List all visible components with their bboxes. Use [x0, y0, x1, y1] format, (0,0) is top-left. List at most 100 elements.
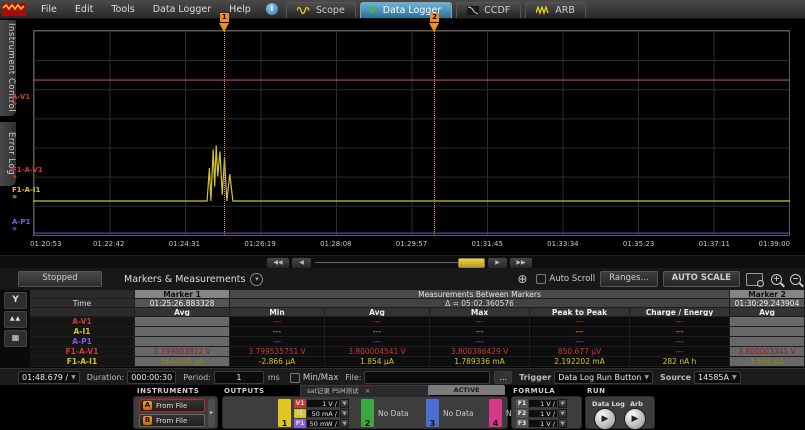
f1-scale-value[interactable]: 1 V /	[528, 399, 558, 408]
x-axis-tick: 01:24:31	[169, 240, 200, 248]
measurement-cell: ---	[325, 327, 430, 337]
info-icon[interactable]: i	[266, 3, 278, 15]
chevron-down-icon[interactable]: ▼	[340, 419, 349, 428]
elapsed-time-dropdown[interactable]: 01:48.679 / ▼	[18, 371, 80, 384]
auto-scroll-checkbox[interactable]	[536, 274, 546, 284]
zoom-out-icon[interactable]: −	[790, 274, 801, 285]
marker-flag-1[interactable]: 1	[220, 13, 229, 22]
file-input[interactable]	[364, 371, 490, 384]
f3-scale-value[interactable]: 1 V /	[528, 419, 558, 428]
x-axis-tick: 01:37:11	[699, 240, 730, 248]
chevron-down-icon[interactable]: ▼	[558, 399, 567, 408]
marker2-header: Marker 2	[730, 290, 805, 299]
elapsed-time-value: 01:48.679 /	[22, 372, 68, 383]
arb-play-button[interactable]: ▶	[624, 408, 646, 430]
crosshair-cursor-icon[interactable]: ⊕	[517, 273, 527, 285]
output1-p1-row: P1 50 mW / ▼	[294, 419, 349, 428]
chevron-down-icon[interactable]: ▼	[558, 409, 567, 418]
data-log-play-button[interactable]: ▶	[594, 408, 616, 430]
bottom-panel: INSTRUMENTS OUTPUTS sat记录 PSM测试 × ACTIVE…	[0, 385, 805, 430]
period-unit: ms	[268, 373, 280, 382]
add-marker-icon[interactable]: ▲▲	[4, 311, 27, 328]
row-label: F1-A-I1	[30, 357, 135, 367]
run-panel: Data Log Arb ▶ ▶	[585, 396, 655, 429]
chevron-down-icon[interactable]: ▼	[340, 399, 349, 408]
play-icon: ▶	[371, 3, 378, 18]
trigger-dropdown[interactable]: Data Log Run Button ▼	[554, 371, 653, 384]
marker-flag-2[interactable]: 2	[430, 13, 439, 22]
trigger-value: Data Log Run Button	[558, 372, 641, 383]
x-axis-tick: 01:28:08	[320, 240, 351, 248]
period-input[interactable]	[214, 371, 264, 384]
instrument-b-button[interactable]: B From File	[139, 414, 205, 427]
chevron-down-icon[interactable]: ▼	[340, 409, 349, 418]
marker-line-2[interactable]	[434, 30, 435, 236]
close-icon[interactable]: ×	[365, 387, 371, 396]
measurement-cell	[730, 337, 805, 347]
measurement-cell: ---	[230, 337, 325, 347]
menu-edit[interactable]: Edit	[66, 1, 102, 18]
v1-scale-value[interactable]: 1 V /	[306, 399, 340, 408]
x-axis-tick: 01:31:45	[471, 240, 502, 248]
header-spacer	[30, 308, 135, 317]
tab-arb-label: ARB	[555, 5, 575, 16]
tab-ccdf[interactable]: CCDF	[456, 2, 521, 18]
minmax-checkbox[interactable]	[290, 373, 300, 383]
grid-view-icon[interactable]: ▦	[4, 330, 27, 347]
minmax-label: Min/Max	[303, 373, 339, 383]
output2-color-bar[interactable]: 2	[361, 399, 374, 427]
tab-scope[interactable]: Scope	[286, 2, 356, 18]
marker-arrow-1[interactable]	[219, 23, 229, 32]
ccdf-curve-icon	[467, 6, 479, 15]
arb-wave-icon	[536, 6, 550, 15]
active-tab[interactable]: ACTIVE	[428, 385, 505, 395]
v1-chip: V1	[294, 399, 306, 408]
formula-f3-row: F3 1 V / ▼	[516, 419, 567, 428]
i1-scale-value[interactable]: 50 mA /	[306, 409, 340, 418]
output1-v1-row: V1 1 V / ▼	[294, 399, 349, 408]
auto-scale-button[interactable]: AUTO SCALE	[663, 271, 740, 287]
measurement-cell: 3.800386429 V	[430, 347, 530, 357]
measurement-cell: ---	[325, 317, 430, 327]
browse-button[interactable]: ...	[494, 371, 512, 384]
output3-color-bar[interactable]: 3	[426, 399, 439, 427]
source-label: Source	[660, 373, 691, 382]
p1-scale-value[interactable]: 50 mW /	[306, 419, 340, 428]
source-dropdown[interactable]: 14585A ▼	[694, 371, 741, 384]
document-tab[interactable]: sat记录 PSM测试 ×	[300, 385, 430, 396]
marker-line-1[interactable]	[224, 30, 225, 236]
brand-logo-icon	[2, 3, 26, 16]
menu-file[interactable]: File	[32, 1, 66, 18]
probe-tool-icon[interactable]: Y	[4, 292, 27, 309]
avg-header: Avg	[325, 308, 430, 317]
menu-data-logger[interactable]: Data Logger	[144, 1, 220, 18]
chevron-down-icon[interactable]: ▼	[558, 419, 567, 428]
output1-color-bar[interactable]: 1	[278, 399, 291, 427]
f2-scale-value[interactable]: 1 V /	[528, 409, 558, 418]
marker2-time: 01:30:29.243904	[730, 299, 805, 308]
between-markers-header: Measurements Between Markers	[230, 290, 730, 299]
output4-color-bar[interactable]: 4	[489, 399, 502, 427]
scrollbar-thumb[interactable]	[458, 258, 485, 268]
measurement-cell: 3.799803822 V	[135, 347, 230, 357]
peak-to-peak-header: Peak to Peak	[530, 308, 630, 317]
collapse-panel-icon[interactable]: ▾	[250, 273, 263, 286]
measurement-cell: -2.866 µA	[230, 357, 325, 367]
channel-label-F1-A-I1: F1-A-I1»	[12, 187, 40, 200]
zoom-region-icon[interactable]	[746, 273, 763, 286]
ranges-button[interactable]: Ranges...	[600, 271, 657, 287]
measurement-cell: ---	[230, 327, 325, 337]
duration-value[interactable]: 000:00:30	[127, 371, 176, 384]
instrument-b-icon: B	[143, 416, 152, 425]
expand-instruments-icon[interactable]: ▸	[208, 399, 215, 427]
instrument-a-button[interactable]: A From File	[139, 399, 205, 412]
tab-arb[interactable]: ARB	[525, 2, 586, 18]
row-label: A-V1	[30, 317, 135, 327]
menu-bar: File Edit Tools Data Logger Help i Scope…	[0, 0, 805, 19]
chevron-down-icon: ▼	[732, 372, 737, 383]
menu-tools[interactable]: Tools	[102, 1, 143, 18]
output1-i1-row: I1 50 mA / ▼	[294, 409, 349, 418]
marker-arrow-2[interactable]	[429, 23, 439, 32]
trigger-label: Trigger	[519, 373, 551, 382]
zoom-in-icon[interactable]: +	[771, 274, 782, 285]
